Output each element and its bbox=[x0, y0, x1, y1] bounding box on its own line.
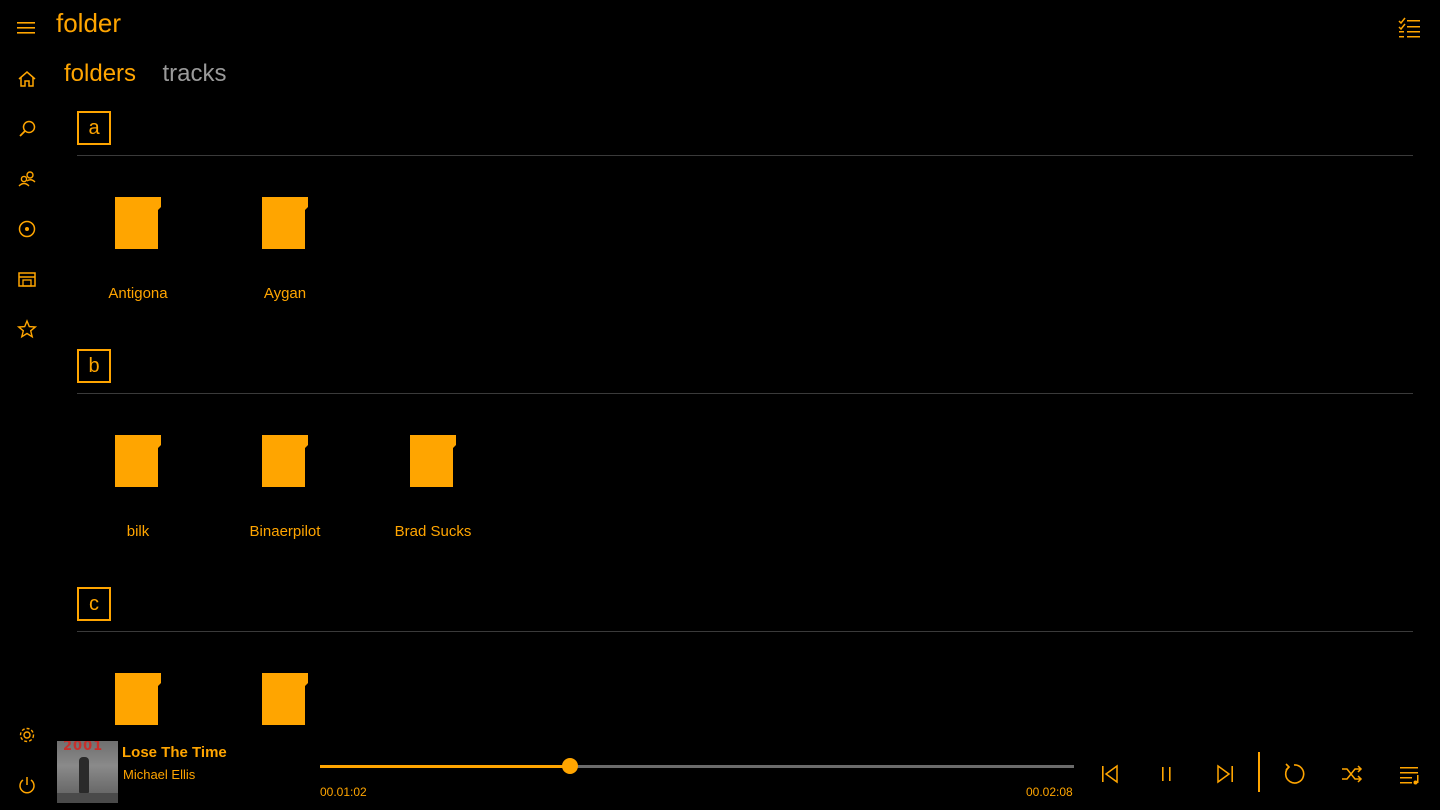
group-header-c[interactable]: c bbox=[77, 587, 111, 621]
folder-tile[interactable] bbox=[68, 673, 208, 727]
folder-label: Antigona bbox=[108, 285, 168, 302]
folder-tile[interactable]: Antigona bbox=[68, 197, 208, 317]
group-header-b[interactable]: b bbox=[77, 349, 111, 383]
folder-tile[interactable]: bilk bbox=[68, 435, 208, 555]
shuffle-button[interactable] bbox=[1340, 762, 1364, 786]
next-icon bbox=[1217, 764, 1233, 784]
shuffle-icon bbox=[1342, 765, 1363, 783]
sidebar-item-settings[interactable] bbox=[16, 724, 38, 746]
repeat-icon bbox=[1284, 763, 1305, 784]
seek-bar-fill bbox=[320, 765, 570, 768]
sidebar-item-favorites[interactable] bbox=[16, 318, 38, 340]
folder-icon bbox=[115, 435, 161, 487]
search-icon bbox=[19, 120, 36, 137]
sidebar-item-albums[interactable] bbox=[16, 218, 38, 240]
star-icon bbox=[16, 319, 38, 339]
seek-bar[interactable] bbox=[320, 758, 1074, 774]
app-window: folder folders tracks a Antigona Aygan b… bbox=[0, 0, 1440, 810]
folder-tile[interactable]: Binaerpilot bbox=[215, 435, 355, 555]
disc-icon bbox=[18, 220, 36, 238]
multi-select-icon[interactable] bbox=[1398, 16, 1422, 38]
folder-icon bbox=[410, 435, 456, 487]
folder-label: Aygan bbox=[263, 285, 307, 302]
people-icon bbox=[18, 171, 36, 187]
next-button[interactable] bbox=[1213, 762, 1237, 786]
sidebar-item-power[interactable] bbox=[16, 774, 38, 796]
previous-button[interactable] bbox=[1098, 762, 1122, 786]
folder-library-icon bbox=[18, 272, 36, 287]
pivot-tabs: folders tracks bbox=[64, 60, 249, 100]
folder-icon bbox=[115, 197, 161, 249]
sidebar-item-folders[interactable] bbox=[16, 268, 38, 290]
controls-separator bbox=[1258, 752, 1260, 792]
group-divider bbox=[77, 393, 1413, 394]
repeat-button[interactable] bbox=[1282, 762, 1306, 786]
group-divider bbox=[77, 155, 1413, 156]
now-playing-artist[interactable]: Michael Ellis bbox=[123, 767, 195, 782]
sidebar bbox=[0, 60, 56, 810]
sidebar-item-artists[interactable] bbox=[16, 168, 38, 190]
group-header-a[interactable]: a bbox=[77, 111, 111, 145]
total-time: 00.02:08 bbox=[1026, 785, 1073, 799]
album-art[interactable]: 2001 bbox=[57, 741, 118, 803]
folder-label: Brad Sucks bbox=[394, 523, 472, 540]
folder-icon bbox=[115, 673, 161, 725]
folder-tile[interactable] bbox=[215, 673, 355, 727]
now-playing-title[interactable]: Lose The Time bbox=[122, 744, 227, 761]
playlist-icon bbox=[1400, 767, 1419, 785]
folder-icon bbox=[262, 435, 308, 487]
power-icon bbox=[19, 777, 35, 794]
tab-folders[interactable]: folders bbox=[64, 60, 136, 88]
sidebar-item-search[interactable] bbox=[16, 118, 38, 140]
folder-icon bbox=[262, 673, 308, 725]
hamburger-icon[interactable] bbox=[17, 20, 37, 36]
page-title: folder bbox=[56, 8, 122, 38]
group-divider bbox=[77, 631, 1413, 632]
tab-tracks[interactable]: tracks bbox=[163, 60, 227, 88]
sidebar-item-home[interactable] bbox=[16, 68, 38, 90]
folder-label: bilk bbox=[126, 523, 150, 540]
home-icon bbox=[18, 71, 36, 87]
folder-label: Binaerpilot bbox=[249, 523, 321, 540]
pause-icon bbox=[1162, 767, 1171, 781]
album-art-text: 2001 bbox=[63, 741, 104, 754]
current-time: 00.01:02 bbox=[320, 785, 367, 799]
previous-icon bbox=[1102, 764, 1118, 784]
pause-button[interactable] bbox=[1155, 762, 1179, 786]
folder-icon bbox=[262, 197, 308, 249]
seek-thumb[interactable] bbox=[561, 758, 578, 774]
album-art-ground bbox=[57, 793, 118, 803]
folder-tile[interactable]: Brad Sucks bbox=[363, 435, 503, 555]
album-art-figure bbox=[79, 757, 89, 793]
playlist-button[interactable] bbox=[1398, 762, 1422, 786]
gear-icon bbox=[19, 727, 35, 743]
folder-tile[interactable]: Aygan bbox=[215, 197, 355, 317]
